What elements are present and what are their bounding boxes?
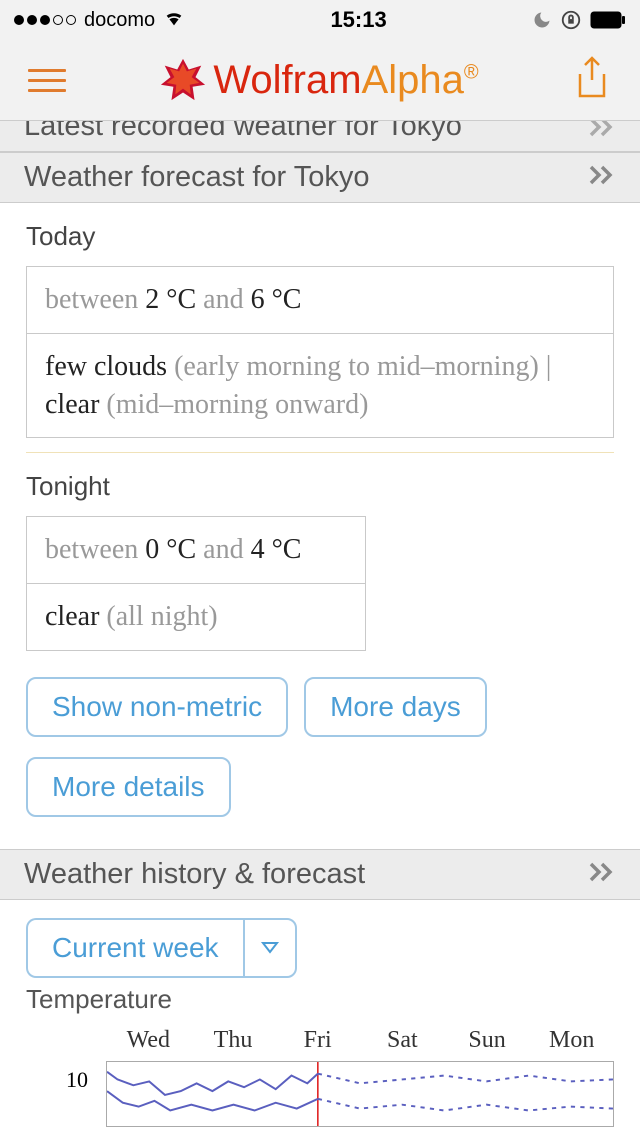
- today-temperature-row: between 2 °C and 6 °C: [27, 267, 613, 333]
- chart-day-label: Sun: [445, 1027, 530, 1054]
- more-days-button[interactable]: More days: [304, 677, 487, 737]
- chart-title: Temperature: [26, 984, 614, 1015]
- tonight-conditions-row: clear (all night): [27, 583, 365, 650]
- button-row-1: Show non-metric More days: [26, 677, 614, 737]
- share-button[interactable]: [572, 54, 612, 107]
- chart-day-label: Wed: [106, 1027, 191, 1054]
- section-title-history: Weather history & forecast: [24, 858, 365, 891]
- chevron-double-icon: [588, 164, 616, 191]
- chart-plot-area: [106, 1061, 614, 1127]
- wifi-icon: [163, 7, 185, 34]
- section-header-history[interactable]: Weather history & forecast: [0, 849, 640, 900]
- logo-text: WolframAlpha®: [213, 58, 478, 103]
- clock: 15:13: [330, 7, 386, 33]
- section-header-forecast[interactable]: Weather forecast for Tokyo: [0, 152, 640, 203]
- wolfram-alpha-logo[interactable]: WolframAlpha®: [159, 56, 478, 104]
- today-conditions-row: few clouds (early morning to mid–morning…: [27, 333, 613, 438]
- section-header-latest[interactable]: Latest recorded weather for Tokyo: [0, 120, 640, 152]
- tonight-label: Tonight: [26, 471, 614, 502]
- status-bar: docomo 15:13: [0, 0, 640, 40]
- chart-day-label: Mon: [529, 1027, 614, 1054]
- today-box: between 2 °C and 6 °C few clouds (early …: [26, 266, 614, 438]
- battery-icon: [590, 11, 626, 29]
- chart-day-label: Thu: [191, 1027, 276, 1054]
- dropdown-caret-button[interactable]: [243, 918, 297, 978]
- chart-y-tick: 10: [66, 1067, 88, 1093]
- show-non-metric-button[interactable]: Show non-metric: [26, 677, 288, 737]
- nav-bar: WolframAlpha®: [0, 40, 640, 120]
- orientation-lock-icon: [560, 9, 582, 31]
- status-left: docomo: [14, 7, 185, 34]
- section-title-forecast: Weather forecast for Tokyo: [24, 161, 369, 194]
- moon-icon: [532, 10, 552, 30]
- today-label: Today: [26, 221, 614, 252]
- chevron-double-icon: [588, 861, 616, 888]
- temperature-chart: 10 Wed Thu Fri Sat Sun Mon: [26, 1027, 614, 1127]
- signal-dots: [14, 15, 76, 25]
- section-title-latest: Latest recorded weather for Tokyo: [24, 120, 462, 143]
- tonight-box: between 0 °C and 4 °C clear (all night): [26, 516, 366, 651]
- divider: [26, 452, 614, 453]
- carrier-label: docomo: [84, 9, 155, 32]
- button-row-2: More details: [26, 757, 614, 817]
- current-week-dropdown[interactable]: Current week: [26, 918, 614, 978]
- spikey-icon: [159, 56, 207, 104]
- more-details-button[interactable]: More details: [26, 757, 231, 817]
- current-week-button[interactable]: Current week: [26, 918, 243, 978]
- forecast-today-block: Today between 2 °C and 6 °C few clouds (…: [0, 203, 640, 849]
- status-right: [532, 9, 626, 31]
- chart-day-label: Sat: [360, 1027, 445, 1054]
- tonight-temperature-row: between 0 °C and 4 °C: [27, 517, 365, 583]
- chart-x-labels: Wed Thu Fri Sat Sun Mon: [106, 1027, 614, 1054]
- menu-button[interactable]: [28, 69, 66, 92]
- chevron-double-icon: [588, 120, 616, 143]
- temperature-chart-block: Temperature 10 Wed Thu Fri Sat Sun Mon: [0, 984, 640, 1127]
- history-controls: Current week: [0, 900, 640, 984]
- chart-day-label: Fri: [275, 1027, 360, 1054]
